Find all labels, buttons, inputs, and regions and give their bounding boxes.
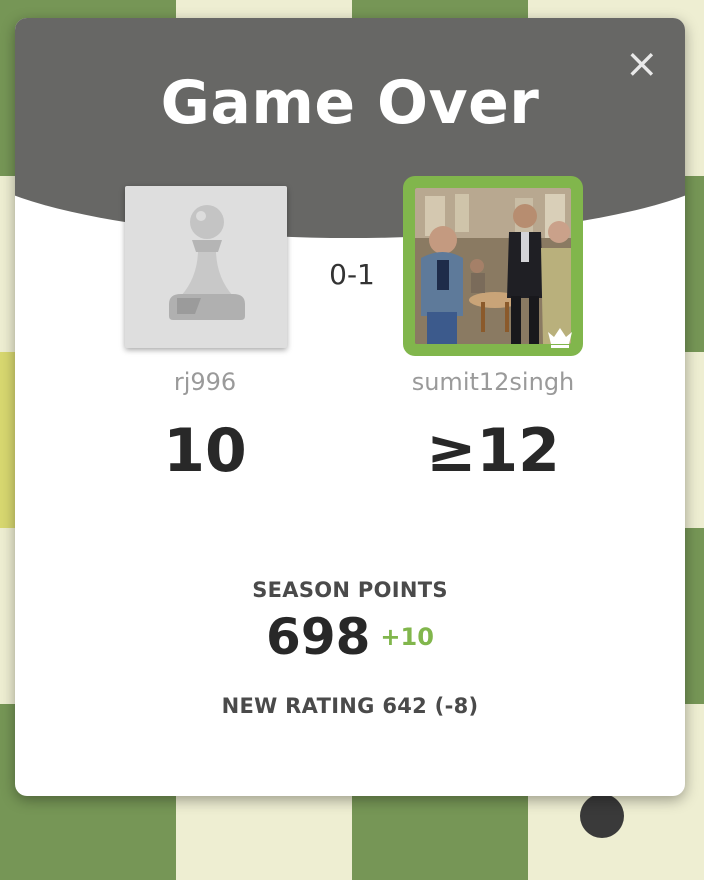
player-username-right[interactable]: sumit12singh	[393, 368, 593, 396]
player-points-left: 10	[163, 416, 247, 486]
player-photo	[415, 188, 571, 344]
season-points-row: 698 +10	[15, 608, 685, 666]
season-points-label: SEASON POINTS	[252, 578, 448, 602]
pawn-icon	[169, 205, 245, 320]
crown-icon	[548, 328, 572, 348]
new-rating: NEW RATING 642 (-8)	[221, 694, 479, 718]
season-points-value: 698	[266, 608, 371, 666]
game-result: 0-1	[329, 258, 375, 291]
player-avatar-left[interactable]	[125, 186, 287, 348]
dialog-title: Game Over	[160, 68, 540, 138]
close-button[interactable]: ×	[625, 44, 659, 84]
player-points-right: ≥12	[426, 416, 560, 486]
season-points-change: +10	[380, 623, 434, 651]
player-avatar-right[interactable]	[403, 176, 583, 356]
player-username-left[interactable]: rj996	[105, 368, 305, 396]
game-over-dialog: Game Over × 0-1 rj996 sumit12singh 10 ≥1…	[15, 18, 685, 796]
board-piece-dot	[580, 794, 624, 838]
